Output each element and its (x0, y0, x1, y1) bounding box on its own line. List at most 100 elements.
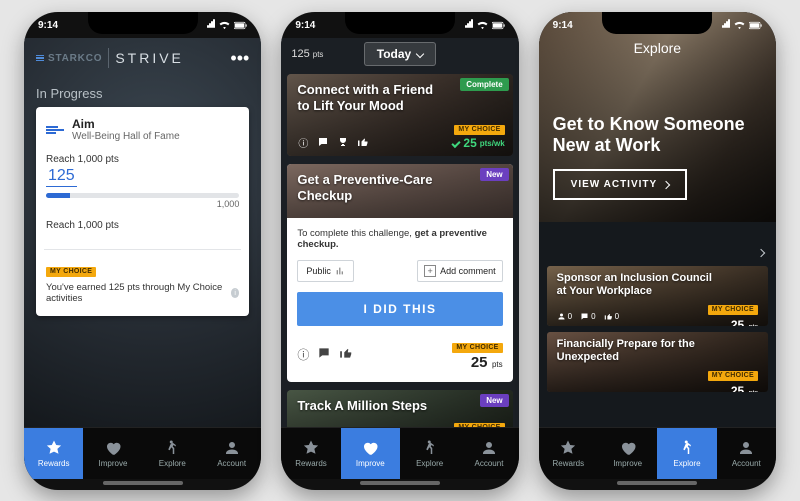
progress-bar (46, 193, 239, 198)
comment-icon[interactable] (317, 136, 329, 148)
tab-bar: Rewards Improve Explore Account (281, 427, 518, 479)
hero-card[interactable]: Explore Get to Know Someone New at Work … (539, 12, 776, 222)
tab-account[interactable]: Account (202, 428, 261, 479)
activity-title: Get a Preventive-Care Checkup (297, 172, 447, 205)
chart-icon (335, 266, 345, 276)
goal-label-2: Reach 1,000 pts (46, 220, 239, 231)
page-title: Explore (539, 40, 776, 56)
thumb-icon[interactable] (357, 136, 369, 148)
plus-icon: + (424, 265, 436, 277)
brand-header: STARKCO STRIVE ••• (36, 44, 249, 78)
walk-icon (678, 439, 696, 457)
info-icon[interactable]: ⓘ (297, 136, 309, 148)
hero-title: Get to Know Someone New at Work (553, 114, 762, 157)
heart-icon (619, 439, 637, 457)
tab-explore[interactable]: Explore (657, 428, 716, 479)
check-icon (452, 138, 461, 147)
earned-text: You've earned 125 pts through My Choice … (46, 282, 227, 304)
status-time: 9:14 (553, 20, 573, 31)
wifi-icon (733, 21, 746, 30)
people-stat: 0 (557, 312, 572, 321)
visibility-selector[interactable]: Public (297, 260, 354, 282)
progress-card[interactable]: Aim Well-Being Hall of Fame Reach 1,000 … (36, 107, 249, 316)
my-choice-tag: MY CHOICE (454, 423, 504, 428)
person-icon (557, 312, 566, 321)
phone-explore: 9:14 Explore Get to Know Someone New at … (539, 12, 776, 490)
tab-rewards[interactable]: Rewards (539, 428, 598, 479)
activity-card-preventive-checkup: New Get a Preventive-Care Checkup To com… (287, 164, 512, 382)
activity-action-icons: ⓘ (297, 346, 353, 363)
points-value: 25 (731, 384, 744, 392)
tab-improve[interactable]: Improve (341, 428, 400, 479)
my-choice-tag: MY CHOICE (46, 267, 96, 277)
home-indicator[interactable] (617, 481, 697, 485)
star-icon (302, 439, 320, 457)
phone-improve: 9:14 125 pts Today Complete Connect with… (281, 12, 518, 490)
phone-rewards: 9:14 STARKCO STRIVE ••• In Progress (24, 12, 261, 490)
activity-title: Connect with a Friend to Lift Your Mood (297, 82, 447, 115)
notch (88, 12, 198, 34)
add-comment-button[interactable]: +Add comment (417, 260, 503, 282)
tab-explore[interactable]: Explore (400, 428, 459, 479)
tab-explore[interactable]: Explore (143, 428, 202, 479)
in-progress-heading: In Progress (36, 86, 249, 101)
current-points: 125 (46, 167, 77, 187)
thumb-icon[interactable] (339, 346, 353, 363)
activity-action-icons: ⓘ (297, 136, 369, 148)
challenge-description: To complete this challenge, get a preven… (297, 228, 502, 250)
likes-stat: 0 (604, 312, 619, 321)
cellular-icon (207, 19, 215, 31)
pick-title: Sponsor an Inclusion Council at Your Wor… (557, 272, 717, 298)
program-subtitle: Well-Being Hall of Fame (72, 131, 180, 142)
tab-account[interactable]: Account (717, 428, 776, 479)
chevron-down-icon (416, 50, 424, 58)
starkco-mark-icon (36, 55, 44, 62)
view-activity-button[interactable]: VIEW ACTIVITY (553, 169, 688, 200)
tab-improve[interactable]: Improve (598, 428, 657, 479)
points-value: 25 (731, 318, 744, 326)
info-icon[interactable]: ⓘ (297, 346, 309, 363)
tab-rewards[interactable]: Rewards (281, 428, 340, 479)
person-icon (737, 439, 755, 457)
starkco-logo: STARKCO (36, 53, 102, 64)
wifi-icon (218, 21, 231, 30)
i-did-this-button[interactable]: I DID THIS (297, 292, 502, 326)
wifi-icon (476, 21, 489, 30)
status-time: 9:14 (38, 20, 58, 31)
pick-title: Financially Prepare for the Unexpected (557, 338, 717, 364)
chevron-right-icon (662, 180, 670, 188)
notch (602, 12, 712, 34)
pick-card-financially-prepare[interactable]: Financially Prepare for the Unexpected M… (547, 332, 768, 392)
notch (345, 12, 455, 34)
star-icon (559, 439, 577, 457)
battery-icon (749, 21, 762, 30)
tab-bar: Rewards Improve Explore Account (24, 427, 261, 479)
walk-icon (421, 439, 439, 457)
activity-title: Track A Million Steps (297, 398, 447, 414)
activity-card-million-steps[interactable]: New Track A Million Steps ⓘ MY CHOICE (287, 390, 512, 427)
aim-logo-icon (46, 126, 64, 134)
my-choice-tag: MY CHOICE (708, 371, 758, 381)
strive-logo: STRIVE (115, 50, 184, 66)
tab-account[interactable]: Account (459, 428, 518, 479)
battery-icon (492, 21, 505, 30)
progress-max: 1,000 (217, 199, 240, 209)
status-time: 9:14 (295, 20, 315, 31)
trophy-icon[interactable] (337, 136, 349, 148)
home-indicator[interactable] (103, 481, 183, 485)
tab-rewards[interactable]: Rewards (24, 428, 83, 479)
activity-card-connect-friend[interactable]: Complete Connect with a Friend to Lift Y… (287, 74, 512, 156)
comment-icon[interactable] (317, 346, 331, 363)
my-choice-tag: MY CHOICE (452, 343, 502, 353)
home-indicator[interactable] (360, 481, 440, 485)
info-icon[interactable]: i (231, 288, 239, 298)
date-picker[interactable]: Today (364, 42, 436, 66)
header-points[interactable]: 125 pts (291, 48, 323, 60)
cellular-icon (722, 19, 730, 31)
status-icons (207, 19, 247, 31)
cellular-icon (465, 19, 473, 31)
tab-improve[interactable]: Improve (83, 428, 142, 479)
program-name: Aim (72, 117, 180, 131)
person-icon (223, 439, 241, 457)
pick-card-inclusion-council[interactable]: Sponsor an Inclusion Council at Your Wor… (547, 266, 768, 326)
